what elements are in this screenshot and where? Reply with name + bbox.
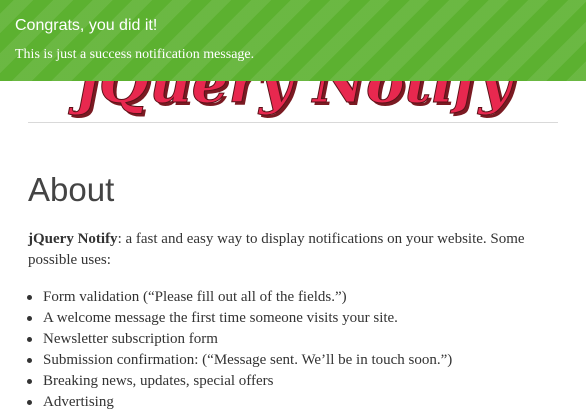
notification-message: This is just a success notification mess…	[15, 47, 255, 62]
list-item: Breaking news, updates, special offers	[27, 371, 452, 392]
bullet-icon	[27, 316, 32, 321]
success-notification[interactable]: Congrats, you did it! This is just a suc…	[0, 0, 586, 81]
bullet-icon	[27, 400, 32, 405]
list-item-text: Newsletter subscription form	[43, 331, 218, 347]
bullet-icon	[27, 337, 32, 342]
list-item-text: Submission confirmation: (“Message sent.…	[43, 352, 453, 368]
list-item-text: Advertising	[43, 394, 114, 410]
uses-list: Form validation (“Please fill out all of…	[27, 287, 453, 411]
list-item: Submission confirmation: (“Message sent.…	[27, 350, 453, 371]
list-item: Form validation (“Please fill out all of…	[27, 287, 452, 308]
intro-product-name: jQuery Notify	[28, 231, 118, 247]
bullet-icon	[27, 295, 32, 300]
list-item: A welcome message the first time someone…	[27, 308, 452, 329]
bullet-icon	[27, 379, 32, 384]
list-item-text: Form validation (“Please fill out all of…	[43, 289, 347, 305]
list-item: Advertising	[27, 392, 452, 411]
bullet-icon	[27, 358, 32, 363]
list-item: Newsletter subscription form	[27, 329, 452, 350]
about-intro: jQuery Notify: a fast and easy way to di…	[28, 229, 568, 271]
list-item-text: A welcome message the first time someone…	[43, 310, 398, 326]
about-heading: About	[28, 171, 115, 208]
header-divider	[28, 122, 558, 123]
list-item-text: Breaking news, updates, special offers	[43, 373, 274, 389]
notification-title: Congrats, you did it!	[15, 17, 158, 34]
